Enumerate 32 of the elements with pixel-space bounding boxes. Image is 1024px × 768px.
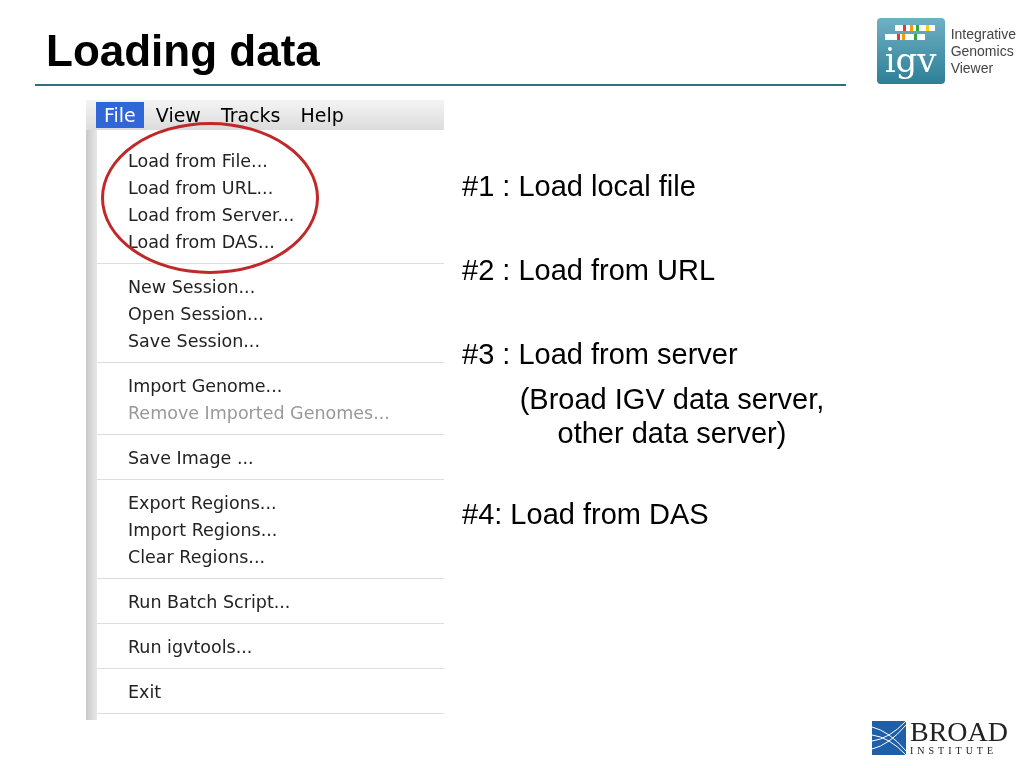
menu-item[interactable]: Save Session... <box>97 328 444 355</box>
menu-item[interactable]: Export Regions... <box>97 490 444 517</box>
menu-item[interactable]: Exit <box>97 679 444 706</box>
bullet-text: #1 : Load local file <box>462 170 697 204</box>
menu-item[interactable]: Load from File... <box>97 148 444 175</box>
menu-item[interactable]: New Session... <box>97 274 444 301</box>
menu-item[interactable]: Clear Regions... <box>97 544 444 571</box>
bullet-text: #2 : Load from URL <box>462 254 717 288</box>
menu-item[interactable]: Load from Server... <box>97 202 444 229</box>
logo-mark: igv <box>884 40 937 80</box>
menu-item[interactable]: Run igvtools... <box>97 634 444 661</box>
logo-subtitle: INSTITUTE <box>910 745 999 756</box>
logo-text-line: Viewer <box>950 59 995 77</box>
logo-name: BROAD <box>910 719 1008 745</box>
menu-item[interactable]: Load from URL... <box>97 175 444 202</box>
menu-bar-item[interactable]: View <box>147 102 209 128</box>
menu-item[interactable]: Run Batch Script... <box>97 589 444 616</box>
menu-item[interactable]: Open Session... <box>97 301 444 328</box>
logo-text-line: Integrative <box>950 25 1016 43</box>
menu-item[interactable]: Save Image ... <box>97 445 444 472</box>
crossing-lines-icon <box>872 720 906 755</box>
menu-item[interactable]: Import Genome... <box>97 373 444 400</box>
menu-item[interactable]: Import Regions... <box>97 517 444 544</box>
logo-text-line: Genomics <box>950 42 1015 60</box>
slide-title: Loading data <box>46 26 320 76</box>
note-text: (Broad IGV data server, other data server) <box>518 382 826 451</box>
menu-bar-item[interactable]: File <box>96 102 144 128</box>
menu-item[interactable]: Load from DAS... <box>97 229 444 256</box>
menu-bar-item[interactable]: Help <box>292 102 352 128</box>
menu-bar-item[interactable]: Tracks <box>212 102 289 128</box>
bullet-text: #3 : Load from server <box>462 338 739 372</box>
bullet-text: #4: Load from DAS <box>462 498 710 532</box>
